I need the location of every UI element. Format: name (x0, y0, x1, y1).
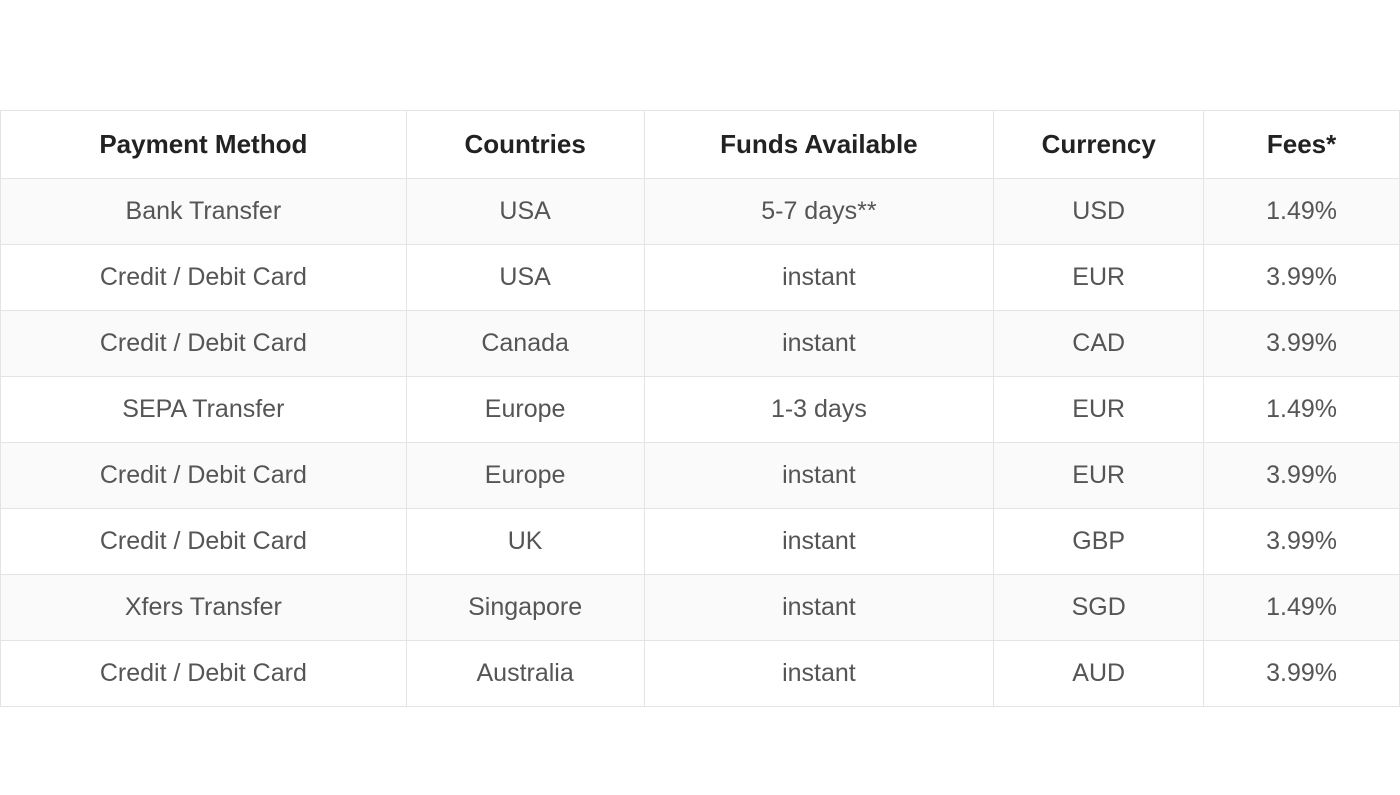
table-row: Credit / Debit Card Canada instant CAD 3… (1, 311, 1400, 377)
table-row: Credit / Debit Card UK instant GBP 3.99% (1, 509, 1400, 575)
cell-fees: 1.49% (1204, 179, 1400, 245)
table-row: Credit / Debit Card Europe instant EUR 3… (1, 443, 1400, 509)
table-header-row: Payment Method Countries Funds Available… (1, 111, 1400, 179)
cell-fees: 3.99% (1204, 641, 1400, 707)
table-row: SEPA Transfer Europe 1-3 days EUR 1.49% (1, 377, 1400, 443)
cell-payment-method: Xfers Transfer (1, 575, 407, 641)
cell-payment-method: Credit / Debit Card (1, 641, 407, 707)
cell-fees: 3.99% (1204, 509, 1400, 575)
cell-currency: USD (994, 179, 1204, 245)
cell-countries: Europe (406, 377, 644, 443)
cell-currency: EUR (994, 443, 1204, 509)
col-header-countries: Countries (406, 111, 644, 179)
cell-countries: Canada (406, 311, 644, 377)
fees-table: Payment Method Countries Funds Available… (0, 110, 1400, 707)
cell-funds-available: instant (644, 311, 994, 377)
cell-countries: USA (406, 179, 644, 245)
cell-currency: GBP (994, 509, 1204, 575)
cell-currency: EUR (994, 245, 1204, 311)
cell-currency: SGD (994, 575, 1204, 641)
table-row: Credit / Debit Card USA instant EUR 3.99… (1, 245, 1400, 311)
col-header-funds-available: Funds Available (644, 111, 994, 179)
cell-fees: 3.99% (1204, 443, 1400, 509)
cell-payment-method: Credit / Debit Card (1, 443, 407, 509)
table-row: Credit / Debit Card Australia instant AU… (1, 641, 1400, 707)
cell-fees: 1.49% (1204, 575, 1400, 641)
cell-countries: USA (406, 245, 644, 311)
cell-funds-available: 1-3 days (644, 377, 994, 443)
cell-countries: Australia (406, 641, 644, 707)
cell-currency: CAD (994, 311, 1204, 377)
cell-funds-available: 5-7 days** (644, 179, 994, 245)
table-row: Bank Transfer USA 5-7 days** USD 1.49% (1, 179, 1400, 245)
cell-funds-available: instant (644, 641, 994, 707)
cell-fees: 3.99% (1204, 311, 1400, 377)
col-header-currency: Currency (994, 111, 1204, 179)
cell-countries: Europe (406, 443, 644, 509)
cell-funds-available: instant (644, 509, 994, 575)
cell-payment-method: Bank Transfer (1, 179, 407, 245)
cell-payment-method: Credit / Debit Card (1, 245, 407, 311)
col-header-payment-method: Payment Method (1, 111, 407, 179)
cell-currency: EUR (994, 377, 1204, 443)
fees-table-wrap: Payment Method Countries Funds Available… (0, 110, 1400, 707)
cell-funds-available: instant (644, 443, 994, 509)
cell-fees: 1.49% (1204, 377, 1400, 443)
cell-countries: UK (406, 509, 644, 575)
cell-fees: 3.99% (1204, 245, 1400, 311)
col-header-fees: Fees* (1204, 111, 1400, 179)
table-row: Xfers Transfer Singapore instant SGD 1.4… (1, 575, 1400, 641)
cell-payment-method: Credit / Debit Card (1, 509, 407, 575)
cell-countries: Singapore (406, 575, 644, 641)
cell-funds-available: instant (644, 575, 994, 641)
cell-payment-method: Credit / Debit Card (1, 311, 407, 377)
cell-currency: AUD (994, 641, 1204, 707)
cell-funds-available: instant (644, 245, 994, 311)
cell-payment-method: SEPA Transfer (1, 377, 407, 443)
